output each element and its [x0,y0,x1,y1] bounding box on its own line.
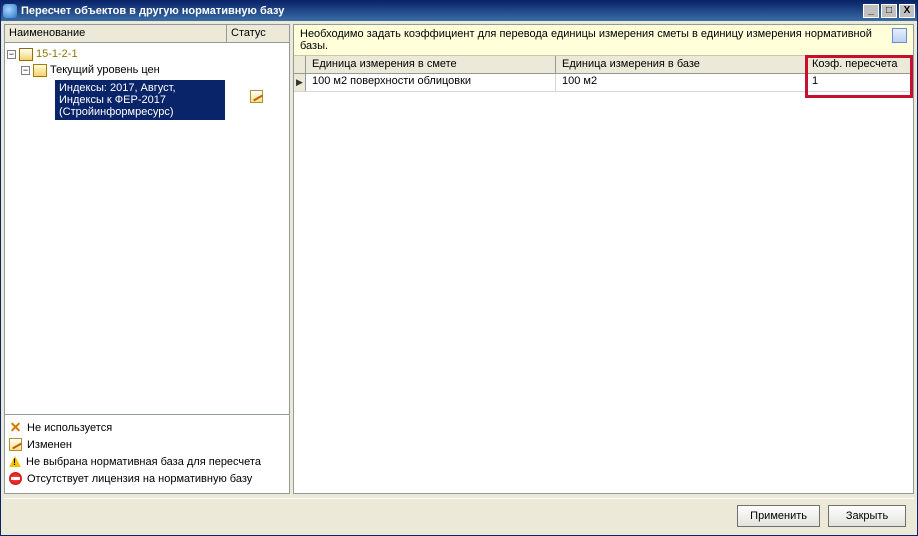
col-unit-smeta-header[interactable]: Единица измерения в смете [306,56,556,73]
cell-unit-smeta[interactable]: 100 м2 поверхности облицовки [306,74,556,91]
legend-nolicense-label: Отсутствует лицензия на нормативную базу [27,473,252,485]
info-text: Необходимо задать коэффициент для перево… [300,28,886,52]
minimize-button[interactable]: _ [863,4,879,18]
tree-root-row[interactable]: − 15-1-2-1 [7,46,287,62]
settings-icon[interactable] [892,28,907,43]
legend-changed-label: Изменен [27,439,72,451]
folder-icon [33,64,47,77]
col-name-header[interactable]: Наименование [5,25,227,42]
maximize-button[interactable]: □ [881,4,897,18]
expander-icon[interactable]: − [7,50,16,59]
expander-icon[interactable]: − [21,66,30,75]
grid-header: Единица измерения в смете Единица измере… [294,56,913,74]
titlebar[interactable]: Пересчет объектов в другую нормативную б… [1,1,917,21]
table-row[interactable]: ▶ 100 м2 поверхности облицовки 100 м2 1 [294,74,913,92]
left-column: Наименование Статус − 15-1-2-1 − Текущий [4,24,290,494]
body: Наименование Статус − 15-1-2-1 − Текущий [1,21,917,535]
tree-level-label: Текущий уровень цен [50,62,160,78]
edit-icon [9,438,22,451]
legend-nobase-label: Не выбрана нормативная база для пересчет… [26,456,261,468]
tree-selected-label: Индексы: 2017, Август, Индексы к ФЕР-201… [55,80,225,120]
forbidden-icon [9,472,22,485]
legend-nolicense: Отсутствует лицензия на нормативную базу [9,470,285,487]
legend-changed: Изменен [9,436,285,453]
close-button[interactable]: Закрыть [828,505,906,527]
right-panel: Необходимо задать коэффициент для перево… [293,24,914,494]
warning-icon [9,456,21,467]
window-title: Пересчет объектов в другую нормативную б… [21,5,861,17]
status-cell [225,78,287,106]
edit-icon [250,90,263,103]
grid: Единица измерения в смете Единица измере… [294,56,913,92]
footer: Применить Закрыть [4,498,914,532]
tree-level-row[interactable]: − Текущий уровень цен [7,62,287,78]
row-indicator-icon: ▶ [294,74,306,91]
col-status-header[interactable]: Статус [227,25,289,42]
top-area: Наименование Статус − 15-1-2-1 − Текущий [4,24,914,494]
cell-coef[interactable]: 1 [806,74,906,91]
tree-root-label: 15-1-2-1 [36,46,78,62]
left-panel-header: Наименование Статус [5,25,289,43]
left-panel: Наименование Статус − 15-1-2-1 − Текущий [4,24,290,415]
tree[interactable]: − 15-1-2-1 − Текущий уровень цен Индексы… [5,43,289,414]
x-icon [9,421,22,434]
legend-unused: Не используется [9,419,285,436]
col-coef-header[interactable]: Коэф. пересчета [806,56,906,73]
apply-button[interactable]: Применить [737,505,820,527]
house-icon [19,48,33,61]
col-unit-base-header[interactable]: Единица измерения в базе [556,56,806,73]
legend-nobase: Не выбрана нормативная база для пересчет… [9,453,285,470]
main-window: Пересчет объектов в другую нормативную б… [0,0,918,536]
cell-unit-base[interactable]: 100 м2 [556,74,806,91]
app-icon [3,4,17,18]
row-indicator-header [294,56,306,73]
close-window-button[interactable]: X [899,4,915,18]
legend-panel: Не используется Изменен Не выбрана норма… [4,415,290,494]
tree-selected-row[interactable]: Индексы: 2017, Август, Индексы к ФЕР-201… [7,78,287,120]
info-strip: Необходимо задать коэффициент для перево… [294,25,913,56]
legend-unused-label: Не используется [27,422,112,434]
